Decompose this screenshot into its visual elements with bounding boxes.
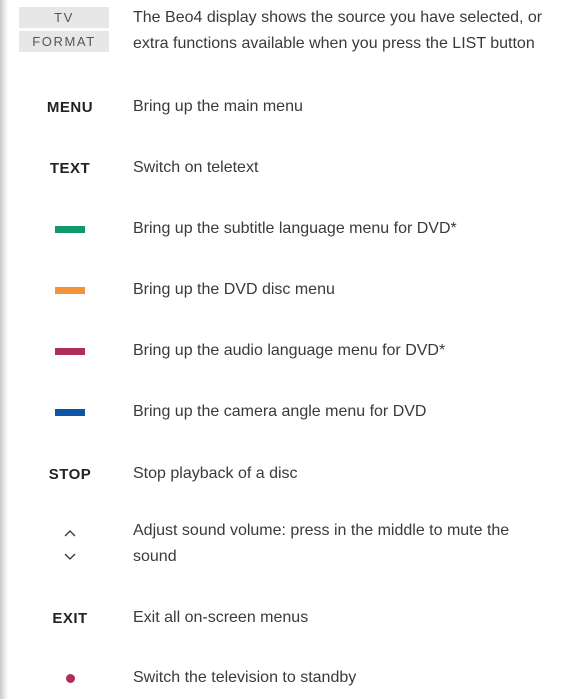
text-key: TEXT (20, 155, 120, 181)
red-description: Bring up the audio language menu for DVD… (133, 342, 446, 359)
stop-key: STOP (20, 461, 120, 487)
menu-description: Bring up the main menu (133, 98, 303, 115)
exit-description: Exit all on-screen menus (133, 609, 309, 626)
green-description: Bring up the subtitle language menu for … (133, 220, 457, 237)
row-yellow: Bring up the DVD disc menu (0, 277, 580, 303)
yellow-description: Bring up the DVD disc menu (133, 281, 335, 298)
beo4-display: TV FORMAT (19, 7, 109, 55)
blue-button-icon (55, 408, 85, 416)
row-red: Bring up the audio language menu for DVD… (0, 338, 580, 364)
stop-description: Stop playback of a disc (133, 465, 298, 482)
stop-key-label: STOP (48, 465, 92, 483)
menu-key: MENU (20, 94, 120, 120)
display-label-format: FORMAT (19, 31, 109, 52)
blue-description: Bring up the camera angle menu for DVD (133, 403, 427, 420)
row-text: TEXT Switch on teletext (0, 155, 580, 181)
row-menu: MENU Bring up the main menu (0, 94, 580, 120)
yellow-key (20, 277, 120, 303)
exit-key: EXIT (20, 605, 120, 631)
green-key (20, 216, 120, 242)
exit-key-label: EXIT (52, 609, 88, 627)
volume-down-icon (64, 553, 76, 560)
row-standby: Switch the television to standby (0, 665, 580, 691)
row-green: Bring up the subtitle language menu for … (0, 216, 580, 242)
row-volume: Adjust sound volume: press in the middle… (0, 518, 580, 570)
standby-description: Switch the television to standby (133, 669, 357, 686)
row-stop: STOP Stop playback of a disc (0, 461, 580, 487)
text-description: Switch on teletext (133, 159, 259, 176)
red-button-icon (55, 347, 85, 355)
text-key-label: TEXT (49, 159, 91, 177)
display-description: The Beo4 display shows the source you ha… (133, 9, 543, 52)
standby-button-icon (65, 673, 75, 683)
volume-description: Adjust sound volume: press in the middle… (133, 522, 510, 565)
green-button-icon (55, 225, 85, 233)
volume-key (20, 522, 120, 568)
red-key (20, 338, 120, 364)
menu-key-label: MENU (46, 98, 94, 116)
row-exit: EXIT Exit all on-screen menus (0, 605, 580, 631)
blue-key (20, 399, 120, 425)
volume-up-down-icon (64, 530, 76, 560)
volume-up-icon (64, 530, 76, 537)
row-blue: Bring up the camera angle menu for DVD (0, 399, 580, 425)
yellow-button-icon (55, 286, 85, 294)
standby-key (20, 665, 120, 691)
display-label-tv: TV (19, 7, 109, 28)
